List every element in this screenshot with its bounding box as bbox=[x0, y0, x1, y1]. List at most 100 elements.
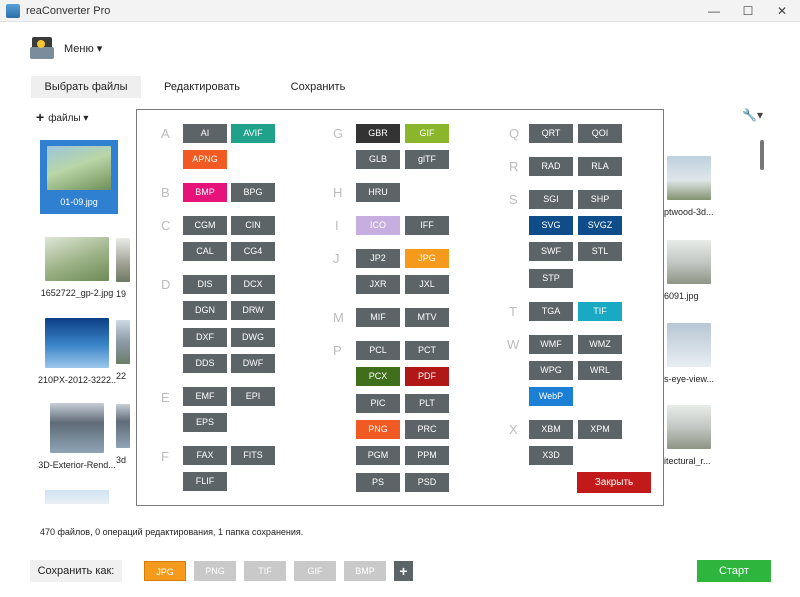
format-wmf-button[interactable]: WMF bbox=[529, 335, 573, 354]
format-gbr-button[interactable]: GBR bbox=[356, 124, 400, 143]
format-swf-button[interactable]: SWF bbox=[529, 242, 573, 261]
format-ps-button[interactable]: PS bbox=[356, 473, 400, 492]
format-stl-button[interactable]: STL bbox=[578, 242, 622, 261]
format-qoi-button[interactable]: QOI bbox=[578, 124, 622, 143]
file-item[interactable]: 3D-Exterior-Rend... bbox=[38, 403, 116, 470]
format-png-button[interactable]: PNG bbox=[356, 420, 400, 439]
format-flif-button[interactable]: FLIF bbox=[183, 472, 227, 491]
wrench-icon[interactable]: 🔧▾ bbox=[742, 108, 763, 122]
format-apng-button[interactable]: APNG bbox=[183, 150, 227, 169]
format-wmz-button[interactable]: WMZ bbox=[578, 335, 622, 354]
format-plt-button[interactable]: PLT bbox=[405, 394, 449, 413]
format-psd-button[interactable]: PSD bbox=[405, 473, 449, 492]
format-tif-button[interactable]: TIF bbox=[578, 302, 622, 321]
format-stp-button[interactable]: STP bbox=[529, 269, 573, 288]
close-popup-button[interactable]: Закрыть bbox=[577, 472, 651, 493]
scrollbar[interactable] bbox=[760, 140, 764, 170]
format-ai-button[interactable]: AI bbox=[183, 124, 227, 143]
file-item[interactable] bbox=[38, 490, 116, 504]
format-rla-button[interactable]: RLA bbox=[578, 157, 622, 176]
format-wpg-button[interactable]: WPG bbox=[529, 361, 573, 380]
format-rad-button[interactable]: RAD bbox=[529, 157, 573, 176]
format-gif-button[interactable]: GIF bbox=[405, 124, 449, 143]
format-jxr-button[interactable]: JXR bbox=[356, 275, 400, 294]
file-item[interactable]: itectural_r... bbox=[664, 405, 714, 466]
add-format-button[interactable]: + bbox=[394, 561, 413, 581]
format-gltf-button[interactable]: glTF bbox=[405, 150, 449, 169]
format-dis-button[interactable]: DIS bbox=[183, 275, 227, 294]
format-webp-button[interactable]: WebP bbox=[529, 387, 573, 406]
format-pcx-button[interactable]: PCX bbox=[356, 367, 400, 386]
output-format-gif[interactable]: GIF bbox=[294, 561, 336, 581]
format-pdf-button[interactable]: PDF bbox=[405, 367, 449, 386]
file-item[interactable]: 3d bbox=[116, 404, 138, 465]
format-x3d-button[interactable]: X3D bbox=[529, 446, 573, 465]
output-format-jpg[interactable]: JPG bbox=[144, 561, 186, 581]
format-avif-button[interactable]: AVIF bbox=[231, 124, 275, 143]
format-pct-button[interactable]: PCT bbox=[405, 341, 449, 360]
format-eps-button[interactable]: EPS bbox=[183, 413, 227, 432]
format-jxl-button[interactable]: JXL bbox=[405, 275, 449, 294]
format-cin-button[interactable]: CIN bbox=[231, 216, 275, 235]
format-dwf-button[interactable]: DWF bbox=[231, 354, 275, 373]
format-ico-button[interactable]: ICO bbox=[356, 216, 400, 235]
format-dxf-button[interactable]: DXF bbox=[183, 328, 227, 347]
format-dwg-button[interactable]: DWG bbox=[231, 328, 275, 347]
format-cgm-button[interactable]: CGM bbox=[183, 216, 227, 235]
format-cal-button[interactable]: CAL bbox=[183, 242, 227, 261]
format-svg-button[interactable]: SVG bbox=[529, 216, 573, 235]
file-item[interactable]: ptwood-3d... bbox=[664, 156, 714, 217]
format-jp2-button[interactable]: JP2 bbox=[356, 249, 400, 268]
tab-edit[interactable]: Редактировать bbox=[150, 76, 254, 98]
format-glb-button[interactable]: GLB bbox=[356, 150, 400, 169]
format-hru-button[interactable]: HRU bbox=[356, 183, 400, 202]
tab-select-files[interactable]: Выбрать файлы bbox=[31, 76, 141, 98]
format-xpm-button[interactable]: XPM bbox=[578, 420, 622, 439]
format-fax-button[interactable]: FAX bbox=[183, 446, 227, 465]
add-files-button[interactable]: + файлы ▾ bbox=[36, 109, 88, 125]
format-drw-button[interactable]: DRW bbox=[231, 301, 275, 320]
format-bmp-button[interactable]: BMP bbox=[183, 183, 227, 202]
format-mtv-button[interactable]: MTV bbox=[405, 308, 449, 327]
format-dgn-button[interactable]: DGN bbox=[183, 301, 227, 320]
file-item[interactable]: 6091.jpg bbox=[664, 240, 714, 301]
format-shp-button[interactable]: SHP bbox=[578, 190, 622, 209]
format-dds-button[interactable]: DDS bbox=[183, 354, 227, 373]
output-format-png[interactable]: PNG bbox=[194, 561, 236, 581]
format-tga-button[interactable]: TGA bbox=[529, 302, 573, 321]
format-sgi-button[interactable]: SGI bbox=[529, 190, 573, 209]
file-item[interactable]: 22 bbox=[116, 320, 138, 381]
file-item[interactable]: 1652722_gp-2.jpg bbox=[38, 237, 116, 298]
output-format-bmp[interactable]: BMP bbox=[344, 561, 386, 581]
maximize-button[interactable]: ☐ bbox=[738, 3, 758, 19]
menu-button[interactable]: Меню ▾ bbox=[64, 42, 102, 55]
file-item[interactable]: 01-09.jpg bbox=[40, 140, 118, 214]
format-svgz-button[interactable]: SVGZ bbox=[578, 216, 622, 235]
format-epi-button[interactable]: EPI bbox=[231, 387, 275, 406]
format-xbm-button[interactable]: XBM bbox=[529, 420, 573, 439]
format-prc-button[interactable]: PRC bbox=[405, 420, 449, 439]
format-ppm-button[interactable]: PPM bbox=[405, 446, 449, 465]
format-bpg-button[interactable]: BPG bbox=[231, 183, 275, 202]
file-item[interactable]: 210PX-2012-3222... bbox=[38, 318, 116, 385]
format-mif-button[interactable]: MIF bbox=[356, 308, 400, 327]
format-cg4-button[interactable]: CG4 bbox=[231, 242, 275, 261]
format-iff-button[interactable]: IFF bbox=[405, 216, 449, 235]
file-item[interactable]: s-eye-view... bbox=[664, 323, 714, 384]
start-button[interactable]: Старт bbox=[697, 560, 771, 582]
format-pic-button[interactable]: PIC bbox=[356, 394, 400, 413]
format-jpg-button[interactable]: JPG bbox=[405, 249, 449, 268]
format-pgm-button[interactable]: PGM bbox=[356, 446, 400, 465]
format-emf-button[interactable]: EMF bbox=[183, 387, 227, 406]
format-pcl-button[interactable]: PCL bbox=[356, 341, 400, 360]
tab-save[interactable]: Сохранить bbox=[268, 76, 368, 98]
output-format-tif[interactable]: TIF bbox=[244, 561, 286, 581]
save-as-button[interactable]: Сохранить как: bbox=[30, 560, 122, 582]
format-wrl-button[interactable]: WRL bbox=[578, 361, 622, 380]
format-fits-button[interactable]: FITS bbox=[231, 446, 275, 465]
file-item[interactable]: 19 bbox=[116, 238, 138, 299]
close-window-button[interactable]: ✕ bbox=[772, 3, 792, 19]
minimize-button[interactable]: — bbox=[704, 3, 724, 19]
format-qrt-button[interactable]: QRT bbox=[529, 124, 573, 143]
format-dcx-button[interactable]: DCX bbox=[231, 275, 275, 294]
